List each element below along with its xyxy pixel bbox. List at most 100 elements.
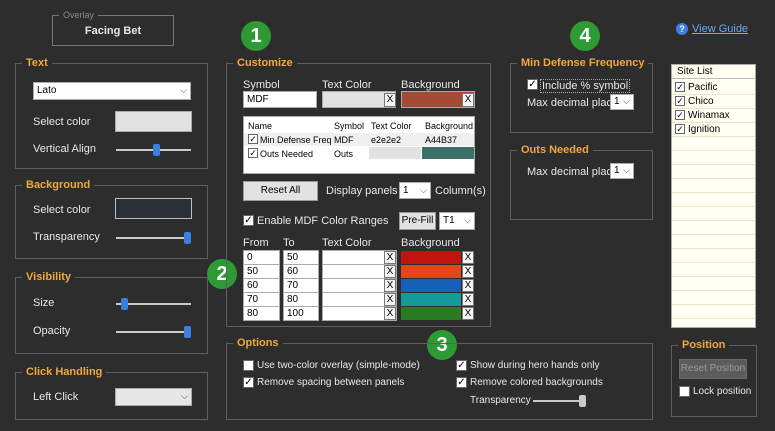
overlay-legend: Overlay xyxy=(63,10,95,20)
range-to-input[interactable]: 100 xyxy=(283,306,319,321)
ranges-col-from: From xyxy=(243,237,269,249)
clear-range-background-button[interactable]: X xyxy=(462,265,474,278)
position-legend: Position xyxy=(682,339,726,351)
clear-range-background-button[interactable]: X xyxy=(462,307,474,320)
clear-range-background-button[interactable]: X xyxy=(462,293,474,306)
range-background-swatch[interactable] xyxy=(401,279,461,292)
view-guide-link[interactable]: View Guide xyxy=(692,23,748,35)
lock-position-label: Lock position xyxy=(693,386,752,397)
bg-color-swatch[interactable] xyxy=(115,198,192,219)
clear-range-text-color-button[interactable]: X xyxy=(384,279,396,292)
left-click-select[interactable]: ⌵ xyxy=(115,388,192,406)
ranges-col-text-color: Text Color xyxy=(322,237,372,249)
bg-transparency-thumb[interactable] xyxy=(184,232,191,244)
site-name: Pacific xyxy=(688,82,718,93)
overlay-title: Facing Bet xyxy=(84,25,142,37)
reset-position-button[interactable]: Reset Position xyxy=(679,359,747,379)
include-percent-checkbox[interactable]: ✓ xyxy=(527,79,538,90)
outs-max-decimal-select[interactable]: 1 ⌵ xyxy=(610,163,634,179)
lock-position-checkbox[interactable] xyxy=(679,386,690,397)
col-symbol: Symbol xyxy=(334,121,365,131)
reset-all-button[interactable]: Reset All xyxy=(243,181,318,201)
empty-row xyxy=(672,305,755,319)
range-from-input[interactable]: 80 xyxy=(243,306,280,321)
chevron-down-icon: ⌵ xyxy=(623,96,630,106)
row1-checkbox[interactable]: ✓ xyxy=(248,134,258,144)
two-color-checkbox[interactable] xyxy=(243,360,254,371)
font-select[interactable]: Lato ⌵ xyxy=(33,82,191,100)
outs-max-decimal-value: 1 xyxy=(614,165,620,176)
row2-checkbox[interactable]: ✓ xyxy=(248,148,258,158)
size-label: Size xyxy=(33,297,55,309)
options-transparency-label: Transparency xyxy=(470,395,531,406)
clear-background-button[interactable]: X xyxy=(462,93,474,107)
symbol-input[interactable]: MDF xyxy=(243,91,317,108)
range-from-input[interactable]: 50 xyxy=(243,264,280,279)
opacity-thumb[interactable] xyxy=(184,326,191,338)
range-to-input[interactable]: 60 xyxy=(283,264,319,279)
row2-text-color-swatch xyxy=(369,147,421,159)
site-checkbox[interactable]: ✓ xyxy=(675,82,685,92)
row1-text-color: e2e2e2 xyxy=(371,135,402,145)
text-select-color-label: Select color xyxy=(33,116,91,128)
range-to-input[interactable]: 50 xyxy=(283,250,319,265)
clear-range-text-color-button[interactable]: X xyxy=(384,251,396,264)
site-checkbox[interactable]: ✓ xyxy=(675,124,685,134)
clear-range-text-color-button[interactable]: X xyxy=(384,307,396,320)
badge-4: 4 xyxy=(570,21,600,51)
range-background-swatch[interactable] xyxy=(401,293,461,306)
range-from-input[interactable]: 0 xyxy=(243,250,280,265)
site-checkbox[interactable]: ✓ xyxy=(675,110,685,120)
empty-row xyxy=(672,221,755,235)
size-thumb[interactable] xyxy=(121,298,128,310)
list-item[interactable]: ✓ Chico xyxy=(672,95,755,109)
range-from-input[interactable]: 60 xyxy=(243,278,280,293)
bg-transparency-slider[interactable] xyxy=(116,232,191,244)
mdf-max-decimal-select[interactable]: 1 ⌵ xyxy=(610,94,634,110)
size-slider[interactable] xyxy=(116,298,191,310)
bg-transparency-label: Transparency xyxy=(33,231,100,243)
options-transparency-slider[interactable] xyxy=(533,395,586,407)
range-background-swatch[interactable] xyxy=(401,265,461,278)
two-color-label: Use two-color overlay (simple-mode) xyxy=(257,360,420,371)
hero-hands-label: Show during hero hands only xyxy=(470,360,600,371)
opacity-slider[interactable] xyxy=(116,326,191,338)
text-color-swatch[interactable] xyxy=(115,111,192,132)
remove-spacing-checkbox[interactable]: ✓ xyxy=(243,377,254,388)
clear-range-text-color-button[interactable]: X xyxy=(384,293,396,306)
hero-hands-checkbox[interactable]: ✓ xyxy=(456,360,467,371)
list-item[interactable]: ✓ Pacific xyxy=(672,81,755,95)
columns-select[interactable]: 1 ⌵ xyxy=(399,182,431,199)
chevron-down-icon: ⌵ xyxy=(623,165,630,175)
clear-range-text-color-button[interactable]: X xyxy=(384,265,396,278)
range-background-swatch[interactable] xyxy=(401,307,461,320)
vertical-align-thumb[interactable] xyxy=(153,144,160,156)
range-to-input[interactable]: 80 xyxy=(283,292,319,307)
site-list[interactable]: Site List ✓ Pacific ✓ Chico ✓ Winamax ✓ … xyxy=(671,64,756,328)
range-background-swatch[interactable] xyxy=(401,251,461,264)
row2-background-swatch xyxy=(422,147,474,159)
site-checkbox[interactable]: ✓ xyxy=(675,96,685,106)
help-circle-icon[interactable]: ? xyxy=(676,23,688,35)
font-value: Lato xyxy=(37,85,57,96)
empty-row xyxy=(672,235,755,249)
visibility-legend: Visibility xyxy=(26,271,72,283)
chevron-down-icon: ⌵ xyxy=(180,85,187,95)
panel-table: Name Symbol Text Color Background ✓ Min … xyxy=(243,116,475,174)
symbol-label: Symbol xyxy=(243,79,280,91)
vertical-align-slider[interactable] xyxy=(116,144,191,156)
preset-value: T1 xyxy=(443,215,455,226)
prefill-button[interactable]: Pre-Fill xyxy=(399,212,436,230)
enable-ranges-checkbox[interactable]: ✓ xyxy=(243,215,254,226)
list-item[interactable]: ✓ Winamax xyxy=(672,109,755,123)
list-item[interactable]: ✓ Ignition xyxy=(672,123,755,137)
empty-row xyxy=(672,179,755,193)
remove-colored-checkbox[interactable]: ✓ xyxy=(456,377,467,388)
clear-range-background-button[interactable]: X xyxy=(462,251,474,264)
preset-select[interactable]: T1 ⌵ xyxy=(439,212,475,230)
clear-range-background-button[interactable]: X xyxy=(462,279,474,292)
range-to-input[interactable]: 70 xyxy=(283,278,319,293)
range-from-input[interactable]: 70 xyxy=(243,292,280,307)
clear-text-color-button[interactable]: X xyxy=(384,93,396,107)
options-transparency-thumb[interactable] xyxy=(579,395,586,407)
